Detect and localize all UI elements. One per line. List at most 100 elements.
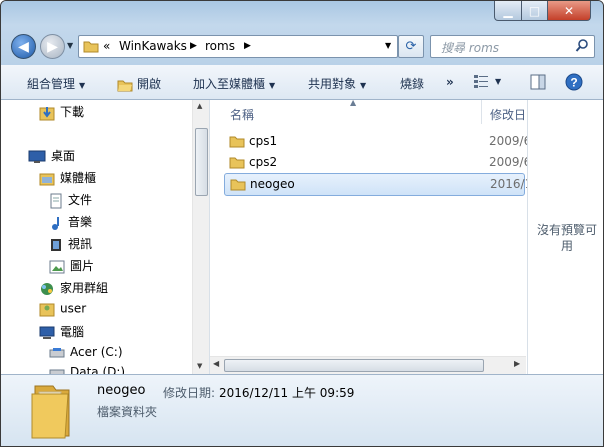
forward-button[interactable]: ▶	[40, 34, 65, 59]
sidebar-item-downloads[interactable]: 下載	[39, 103, 84, 121]
sidebar-item-label: Acer (C:)	[70, 345, 123, 359]
burn-button[interactable]: 燒錄	[400, 75, 424, 92]
file-list-scroll-thumb[interactable]	[224, 359, 484, 372]
sidebar-item-label: 桌面	[51, 149, 76, 163]
chevron-down-icon: ▼	[79, 81, 86, 90]
back-button[interactable]: ◀	[11, 34, 36, 59]
sidebar-scroll-thumb[interactable]	[195, 128, 208, 196]
chevron-down-icon: ▼	[360, 81, 367, 90]
breadcrumb-item-roms[interactable]: roms	[205, 39, 235, 53]
file-date: 2009/6	[489, 134, 532, 148]
file-name: neogeo	[250, 177, 295, 191]
svg-text:?: ?	[570, 76, 577, 90]
sidebar-item-music[interactable]: 音樂	[49, 213, 92, 231]
open-button[interactable]: 開啟	[117, 75, 161, 92]
folder-icon	[230, 179, 246, 191]
view-list-icon	[474, 74, 488, 88]
sidebar-item-homegroup[interactable]: 家用群組	[39, 279, 108, 297]
sidebar-item-desktop[interactable]: 桌面	[28, 147, 75, 164]
file-row[interactable]: cps1 2009/6	[224, 131, 531, 152]
file-list: ▲ 名稱 修改日 cps1 2009/6 cps2 2009/6 neogeo …	[210, 98, 532, 374]
details-date-value: 2016/12/11 上午 09:59	[219, 386, 355, 400]
desktop-icon	[28, 150, 46, 163]
scroll-right-icon[interactable]: ▶	[514, 359, 520, 368]
documents-icon	[50, 193, 62, 208]
preview-pane: 沒有預覽可用	[527, 100, 603, 374]
close-button[interactable]: ✕	[547, 1, 591, 21]
breadcrumb-separator-icon[interactable]: ▶	[190, 41, 197, 51]
sidebar-item-label: 音樂	[68, 215, 93, 229]
column-divider[interactable]	[481, 100, 482, 124]
file-row[interactable]: cps2 2009/6	[224, 152, 531, 173]
sidebar-item-pictures[interactable]: 圖片	[49, 257, 94, 274]
scroll-up-icon[interactable]: ▲	[197, 102, 202, 110]
folder-icon	[83, 41, 99, 53]
sidebar-item-video[interactable]: 視訊	[49, 235, 92, 253]
sidebar-item-user[interactable]: user	[39, 301, 86, 317]
recent-pages-dropdown[interactable]: ▼	[67, 41, 73, 50]
sidebar-item-label: 文件	[68, 193, 93, 207]
include-in-library-menu[interactable]: 加入至媒體櫃 ▼	[193, 75, 275, 92]
scroll-left-icon[interactable]: ◀	[213, 359, 219, 368]
drive-icon	[49, 347, 65, 357]
homegroup-icon	[41, 282, 53, 295]
open-label: 開啟	[137, 77, 162, 91]
sidebar-item-label: 家用群組	[60, 281, 109, 295]
command-bar: 組合管理 ▼ 開啟 加入至媒體櫃 ▼ 共用對象 ▼ 燒錄 » ▼ ?	[1, 65, 603, 100]
folder-icon	[229, 136, 245, 148]
sidebar-item-label: 視訊	[68, 237, 93, 251]
sidebar-item-label: 下載	[60, 105, 85, 119]
title-bar: ▁ □ ✕	[1, 1, 603, 25]
include-library-label: 加入至媒體櫃	[193, 77, 266, 91]
sidebar-item-label: 電腦	[60, 325, 85, 339]
file-date: 2009/6	[489, 155, 532, 169]
view-options-button[interactable]: ▼	[473, 73, 501, 88]
user-icon	[39, 303, 55, 317]
file-list-scrollbar[interactable]: ◀ ▶	[210, 356, 526, 374]
sort-indicator-icon: ▲	[350, 98, 357, 107]
column-header-name[interactable]: 名稱	[230, 106, 254, 123]
search-icon[interactable]	[575, 38, 590, 53]
file-name: cps1	[249, 134, 278, 148]
scroll-down-icon[interactable]: ▼	[197, 362, 202, 370]
navigation-bar: ◀ ▶ ▼ « WinKawaks ▶ roms ▶ ▼ ⟳ 搜尋 roms	[1, 25, 603, 65]
sidebar-item-documents[interactable]: 文件	[49, 191, 92, 209]
details-date-label: 修改日期:	[163, 386, 216, 400]
computer-icon	[39, 326, 55, 339]
more-commands-button[interactable]: »	[446, 75, 454, 89]
breadcrumb-separator-icon[interactable]: ▶	[244, 41, 251, 51]
no-preview-message: 沒有預覽可用	[536, 223, 597, 253]
content-area: 下載 桌面 媒體櫃 文件 音樂 視訊 圖片 家用群組 user 電腦 Acer …	[1, 98, 603, 379]
organize-menu[interactable]: 組合管理 ▼	[27, 75, 85, 92]
minimize-button[interactable]: ▁	[494, 1, 522, 21]
search-input[interactable]: 搜尋 roms	[430, 35, 595, 58]
file-name: cps2	[249, 155, 278, 169]
column-header-date[interactable]: 修改日	[490, 106, 526, 123]
sidebar-item-drive-c[interactable]: Acer (C:)	[49, 345, 123, 360]
explorer-window: ▁ □ ✕ ◀ ▶ ▼ « WinKawaks ▶ roms ▶ ▼ ⟳ 搜尋 …	[0, 0, 604, 447]
refresh-button[interactable]: ⟳	[398, 35, 424, 58]
preview-pane-button[interactable]	[530, 74, 546, 93]
file-row-selected[interactable]: neogeo 2016/1	[224, 173, 532, 196]
help-button[interactable]: ?	[565, 73, 583, 94]
sidebar-item-library[interactable]: 媒體櫃	[39, 169, 96, 186]
search-placeholder: 搜尋 roms	[441, 41, 500, 55]
address-bar[interactable]: « WinKawaks ▶ roms ▶ ▼	[78, 35, 398, 58]
chevron-down-icon: ▼	[495, 77, 502, 86]
help-icon: ?	[565, 73, 583, 91]
details-pane: neogeo 修改日期: 2016/12/11 上午 09:59 檔案資料夾	[1, 374, 603, 446]
library-icon	[39, 173, 55, 185]
share-with-menu[interactable]: 共用對象 ▼	[308, 75, 366, 92]
details-name: neogeo	[97, 383, 146, 398]
folder-icon	[229, 157, 245, 169]
open-folder-icon	[117, 80, 133, 91]
folder-large-icon	[31, 385, 70, 439]
video-icon	[51, 238, 61, 251]
breadcrumb-item-winkawaks[interactable]: WinKawaks	[119, 39, 187, 53]
breadcrumb-overflow[interactable]: «	[103, 39, 110, 53]
sidebar-item-computer[interactable]: 電腦	[39, 323, 84, 341]
pictures-icon	[49, 260, 65, 273]
maximize-button[interactable]: □	[521, 1, 548, 21]
sidebar-scrollbar[interactable]: ▲ ▼	[192, 100, 209, 374]
address-dropdown-icon[interactable]: ▼	[385, 41, 391, 50]
